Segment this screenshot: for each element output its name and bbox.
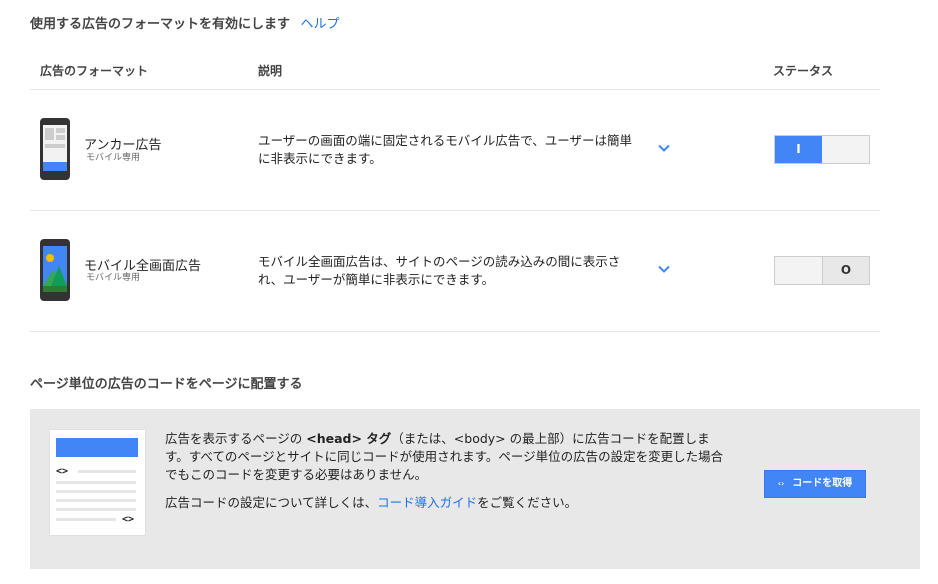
status-toggle[interactable]: I (774, 135, 870, 164)
section-heading: ページ単位の広告のコードをページに配置する (30, 377, 303, 392)
expand-chevron-icon[interactable] (657, 141, 671, 155)
column-header-description: 説明 (258, 64, 283, 78)
table-header: 広告のフォーマット 説明 ステータス (30, 52, 880, 90)
column-header-status: ステータス (773, 64, 834, 78)
code-tag-icon: <> (56, 466, 69, 477)
code-tag-icon: <> (122, 514, 135, 525)
format-description: モバイル全画面広告は、サイトのページの読み込みの間に表示され、ユーザーが簡単に非… (258, 254, 621, 287)
toggle-on-label (775, 257, 822, 284)
code-guide-link[interactable]: コード導入ガイド (377, 495, 477, 510)
page-title-text: 使用する広告のフォーマットを有効にします (30, 17, 291, 32)
code-placement-panel: <> <> 広告を表示するページの <head> タグ（または、<body> の… (30, 409, 920, 569)
format-subtitle: モバイル専用 (86, 273, 141, 283)
status-toggle[interactable]: O (774, 256, 870, 285)
table-row-fullscreen-ad: モバイル全画面広告 モバイル専用 モバイル全画面広告は、サイトのページの読み込み… (30, 211, 880, 332)
toggle-off-label: O (822, 257, 869, 284)
guide-paragraph: 広告コードの設定について詳しくは、コード導入ガイドをご覧ください。 (165, 495, 578, 510)
page-title: 使用する広告のフォーマットを有効にします ヘルプ (30, 13, 340, 32)
format-description: ユーザーの画面の端に固定されるモバイル広告で、ユーザーは簡単に非表示にできます。 (258, 133, 633, 166)
code-illustration: <> <> (50, 430, 145, 535)
head-tag-text: <head> タグ (306, 431, 392, 446)
phone-anchor-ad-icon (40, 118, 70, 180)
table-row-anchor-ad: アンカー広告 モバイル専用 ユーザーの画面の端に固定されるモバイル広告で、ユーザ… (30, 90, 880, 211)
expand-chevron-icon[interactable] (657, 262, 671, 276)
code-arrows-icon: ‹› (777, 479, 785, 488)
instructions-paragraph: 広告を表示するページの <head> タグ（または、<body> の最上部）に広… (165, 431, 724, 482)
column-header-format: 広告のフォーマット (40, 64, 149, 78)
code-instructions: 広告を表示するページの <head> タグ（または、<body> の最上部）に広… (165, 430, 730, 512)
ad-formats-table: 広告のフォーマット 説明 ステータス アンカー広告 モバイル専用 ユーザーの画面… (30, 52, 880, 332)
toggle-off-label (822, 136, 869, 163)
toggle-on-label: I (775, 136, 822, 163)
phone-fullscreen-ad-icon (40, 239, 70, 301)
help-link[interactable]: ヘルプ (301, 17, 340, 32)
format-subtitle: モバイル専用 (86, 153, 141, 163)
get-code-label: コードを取得 (792, 478, 853, 489)
get-code-button[interactable]: ‹› コードを取得 (764, 470, 866, 498)
